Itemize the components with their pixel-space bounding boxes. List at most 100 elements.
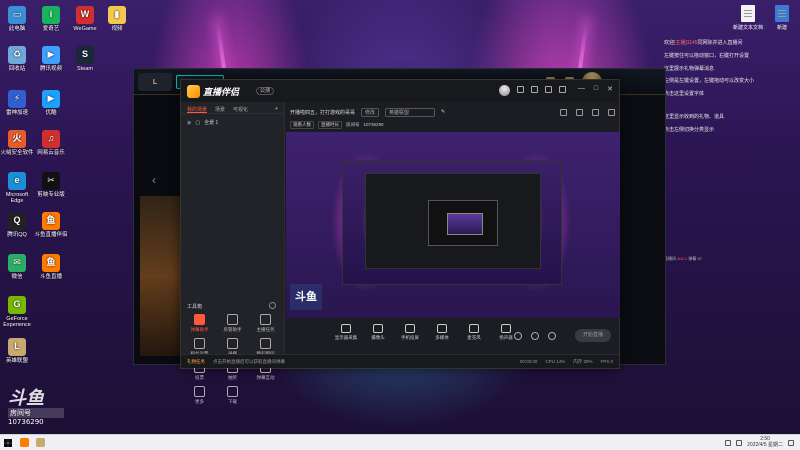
chat-text: 左键按住可以拖动窗口，右键打开设置	[664, 52, 750, 59]
desktop-icon[interactable]: S Steam	[68, 46, 102, 72]
desktop-icon-label: Steam	[77, 66, 93, 72]
system-tray: 2:50 2022/4/5 星期二	[725, 436, 800, 448]
windows-icon	[4, 438, 12, 447]
avatar[interactable]	[499, 85, 510, 96]
source-button[interactable]: 手机投屏	[396, 324, 424, 341]
source-icon	[469, 324, 479, 333]
taskbar-app-league[interactable]	[32, 435, 48, 450]
menu-icon[interactable]	[559, 86, 566, 93]
layout-icon[interactable]	[592, 108, 599, 116]
source-button[interactable]: 显示器采集	[332, 324, 360, 341]
desktop-file-new[interactable]: 新建	[764, 5, 800, 31]
desktop-icon-label: Microsoft Edge	[5, 192, 29, 205]
mail-icon[interactable]	[517, 86, 524, 93]
desktop-icon[interactable]: ▭ 此电脑	[0, 6, 34, 32]
lock-icon[interactable]: ▢	[195, 120, 200, 126]
eye-icon[interactable]: ◉	[187, 120, 191, 126]
gear-icon[interactable]	[269, 302, 276, 309]
settings-icon[interactable]	[548, 332, 556, 340]
watermark-logo: 斗鱼	[8, 388, 44, 409]
desktop-icon[interactable]: ✂ 剪映专业版	[34, 172, 68, 198]
tool-icon	[194, 338, 205, 349]
desktop-icon[interactable]: ▶ 腾讯视频	[34, 46, 68, 72]
volume-icon[interactable]	[736, 439, 743, 446]
desktop-icon[interactable]: i 爱奇艺	[34, 6, 68, 32]
desktop-icon[interactable]: 鱼斗鱼直播	[34, 254, 68, 280]
timer-icon[interactable]	[531, 332, 539, 340]
tab-visual[interactable]: 可视化	[233, 106, 248, 113]
record-icon[interactable]	[560, 108, 567, 116]
add-scene-button[interactable]: +	[275, 106, 278, 113]
tool-item[interactable]: 弹幕助手	[183, 314, 216, 333]
share-icon[interactable]	[608, 108, 615, 116]
tool-icon	[227, 338, 238, 349]
danmu-overlay[interactable]: 欢迎[主播]1145同网际并进入直播间 左键按住可以拖动窗口，右键打开设置 这里…	[664, 36, 800, 366]
stream-preview[interactable]: 斗鱼	[286, 132, 620, 318]
tab-scenes[interactable]: 场景	[215, 106, 225, 113]
douyu-watermark: 斗鱼 房间号 10736290	[8, 390, 64, 426]
source-button[interactable]: 麦克风	[460, 324, 488, 341]
taskbar-app-douyu[interactable]	[16, 435, 32, 450]
desktop-icon[interactable]: ♻ 回收站	[0, 46, 34, 72]
header-tools	[560, 108, 615, 116]
desktop-icon[interactable]: 鱼斗鱼直播伴侣	[34, 212, 68, 238]
scene-name: 全景 1	[204, 120, 219, 126]
desktop-icon-label: GeForce Experience	[3, 316, 31, 329]
desktop-icon[interactable]: L 英雄联盟	[0, 338, 34, 364]
notification-icon[interactable]	[788, 439, 794, 446]
desktop-icon[interactable]: W WeGame	[68, 6, 102, 32]
start-live-button[interactable]: 开始直播	[575, 329, 611, 342]
edit-icon[interactable]: ✎	[441, 109, 445, 115]
desktop-icon-label: 微信	[11, 274, 23, 280]
desktop-icon-label: 斗鱼直播	[39, 274, 62, 280]
douyu-streamer-app[interactable]: 直播伴侣 公测 — □ ✕ 我的场景 场景 可视化 + ◉ ▢ 全景 1 工具箱	[180, 79, 620, 404]
desktop-icon[interactable]: 火火绒安全软件	[0, 130, 34, 156]
tool-item[interactable]: 主播任务	[249, 314, 282, 333]
clock[interactable]: 2:50 2022/4/5 星期二	[747, 436, 783, 448]
close-button[interactable]: ✕	[607, 85, 613, 93]
category-select[interactable]: 英雄联盟	[385, 107, 436, 117]
gift-task-link[interactable]: 礼物任务	[187, 359, 205, 365]
camera-icon[interactable]	[514, 332, 522, 340]
version-badge[interactable]: 公测	[256, 87, 275, 95]
scene-item[interactable]: ◉ ▢ 全景 1	[181, 114, 284, 131]
chevron-left-icon[interactable]: ‹	[152, 173, 156, 187]
desktop-icon[interactable]: G GeForce Experience	[0, 296, 34, 328]
tab-my-scenes[interactable]: 我的场景	[187, 106, 208, 113]
desktop-icon-label: 腾讯视频	[39, 66, 62, 72]
desktop-icon[interactable]: Q 腾讯QQ	[0, 212, 34, 238]
stat-time: 00:00:00	[519, 358, 538, 364]
app-icon: G	[8, 296, 26, 314]
desktop-icon[interactable]: ⚡ 雷神加速	[0, 90, 34, 116]
minimize-button[interactable]: —	[578, 85, 585, 93]
viewer-count: 观看人数	[290, 120, 314, 129]
source-button[interactable]: 摄像头	[364, 324, 392, 341]
app-icon: 鱼	[42, 254, 60, 272]
tool-item[interactable]: 更多	[183, 386, 216, 405]
desktop-icon[interactable]: e Microsoft Edge	[0, 172, 34, 204]
stat-memory: 内存 30%	[573, 358, 593, 364]
desktop-icon-label: 雷神加速	[5, 110, 28, 116]
start-button[interactable]	[0, 435, 16, 450]
gift-icon[interactable]	[531, 86, 538, 93]
tool-item[interactable]: 房管助手	[216, 314, 249, 333]
app-icon: Q	[8, 212, 26, 230]
desktop-icon[interactable]: ▮ 视频	[100, 6, 134, 32]
maximize-button[interactable]: □	[594, 85, 598, 93]
desktop-icon[interactable]: ▶ 优酷	[34, 90, 68, 116]
desktop-file-new-text[interactable]: 新建文本文档	[730, 5, 766, 31]
tool-label: 弹幕助手	[190, 327, 209, 332]
network-icon[interactable]	[725, 439, 732, 446]
source-button[interactable]: 多媒体	[428, 324, 456, 341]
source-label: 显示器采集	[334, 335, 358, 340]
edit-title-button[interactable]: 修改	[361, 107, 380, 117]
settings-icon[interactable]	[545, 86, 552, 93]
desktop-icon-label: 英雄联盟	[5, 358, 28, 364]
screenshot-icon[interactable]	[576, 108, 583, 116]
chat-line: 点击这里设置字体	[664, 91, 800, 98]
app-name: 直播伴侣	[203, 87, 240, 97]
clock-date: 2022/4/5 星期二	[747, 441, 783, 448]
desktop-icon[interactable]: ✉ 微信	[0, 254, 34, 280]
desktop-icon[interactable]: ♫ 网易云音乐	[34, 130, 68, 156]
tool-item[interactable]: 下载	[216, 386, 249, 405]
